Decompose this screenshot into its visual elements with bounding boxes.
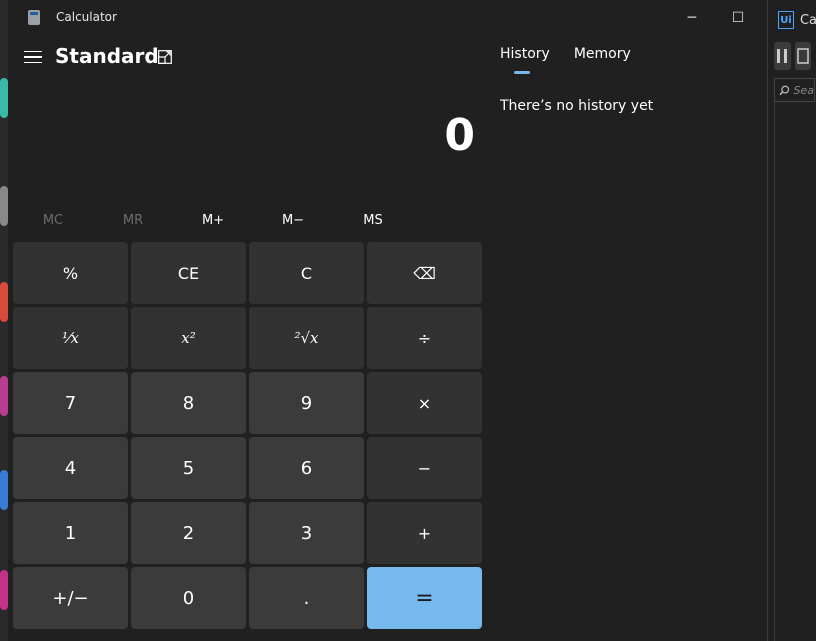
mode-title: Standard <box>55 44 159 68</box>
history-empty-message: There’s no history yet <box>500 98 654 114</box>
background-window-title-text: Ca <box>799 12 816 28</box>
digit-5-button[interactable]: 5 <box>131 437 246 499</box>
reciprocal-button[interactable]: ⅟x <box>13 307 128 369</box>
background-window: Ui Ca Sea <box>767 0 816 641</box>
search-icon <box>779 85 790 95</box>
hamburger-icon <box>24 50 42 53</box>
clear-button[interactable]: C <box>249 242 364 304</box>
reciprocal-label: ⅟x <box>62 329 79 347</box>
clear-entry-button[interactable]: CE <box>131 242 246 304</box>
memory-subtract-button[interactable]: M− <box>253 204 333 236</box>
background-panel <box>774 102 816 641</box>
calculator-window: Calculator ─ ☐ Standard 0 MC MR M+ M− MS… <box>8 0 767 641</box>
calculator-app-icon <box>28 10 40 25</box>
plus-button[interactable]: + <box>367 502 482 564</box>
background-window-toolbar <box>768 40 816 72</box>
desktop-background-strip <box>0 0 8 641</box>
title-bar: Calculator ─ ☐ <box>8 0 767 36</box>
minimize-button[interactable]: ─ <box>669 6 715 30</box>
background-window-title[interactable]: Ui Ca <box>768 0 816 40</box>
memory-add-button[interactable]: M+ <box>173 204 253 236</box>
percent-button[interactable]: % <box>13 242 128 304</box>
memory-clear-button[interactable]: MC <box>13 204 93 236</box>
navigation-menu-button[interactable] <box>24 48 42 66</box>
negate-button[interactable]: +/− <box>13 567 128 629</box>
equals-button[interactable]: = <box>367 567 482 629</box>
document-icon <box>797 48 809 64</box>
maximize-button[interactable]: ☐ <box>715 6 761 30</box>
memory-store-button[interactable]: MS <box>333 204 413 236</box>
digit-3-button[interactable]: 3 <box>249 502 364 564</box>
background-search-input[interactable]: Sea <box>774 78 815 102</box>
backspace-button[interactable]: ⌫ <box>367 242 482 304</box>
digit-7-button[interactable]: 7 <box>13 372 128 434</box>
digit-0-button[interactable]: 0 <box>131 567 246 629</box>
memory-recall-button[interactable]: MR <box>93 204 173 236</box>
digit-2-button[interactable]: 2 <box>131 502 246 564</box>
side-panel-tabs: History Memory <box>500 46 631 74</box>
keep-on-top-icon[interactable] <box>158 50 172 64</box>
keypad: % CE C ⌫ ⅟x x² ²√x ÷ 7 8 9 × 4 5 6 − 1 2… <box>13 242 482 629</box>
minus-button[interactable]: − <box>367 437 482 499</box>
memory-row: MC MR M+ M− MS <box>13 204 489 236</box>
document-button[interactable] <box>794 42 811 70</box>
decimal-button[interactable]: . <box>249 567 364 629</box>
digit-4-button[interactable]: 4 <box>13 437 128 499</box>
pause-button[interactable] <box>774 42 791 70</box>
divide-button[interactable]: ÷ <box>367 307 482 369</box>
digit-8-button[interactable]: 8 <box>131 372 246 434</box>
digit-9-button[interactable]: 9 <box>249 372 364 434</box>
pause-icon <box>777 49 788 63</box>
result-display: 0 <box>444 110 475 161</box>
tab-history[interactable]: History <box>500 46 550 74</box>
square-button[interactable]: x² <box>131 307 246 369</box>
square-root-label: ²√x <box>294 329 319 347</box>
multiply-button[interactable]: × <box>367 372 482 434</box>
square-label: x² <box>181 329 196 347</box>
digit-1-button[interactable]: 1 <box>13 502 128 564</box>
app-logo-icon: Ui <box>778 11 794 29</box>
digit-6-button[interactable]: 6 <box>249 437 364 499</box>
square-root-button[interactable]: ²√x <box>249 307 364 369</box>
search-placeholder: Sea <box>793 83 815 97</box>
window-title: Calculator <box>56 10 117 24</box>
tab-memory[interactable]: Memory <box>574 46 631 72</box>
